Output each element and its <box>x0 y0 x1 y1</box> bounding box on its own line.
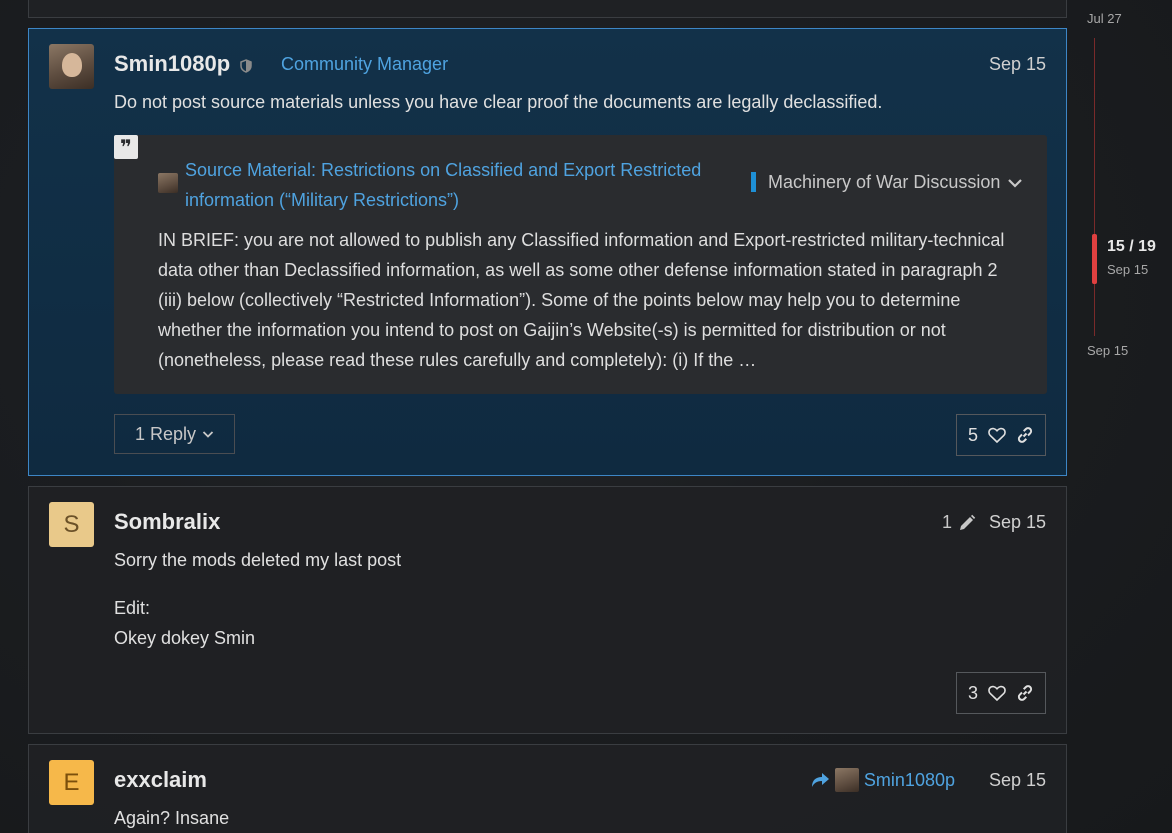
timeline-end-date[interactable]: Sep 15 <box>1087 343 1128 358</box>
chevron-down-icon[interactable] <box>1007 175 1023 191</box>
timeline-scroll-handle[interactable] <box>1092 234 1097 284</box>
post-text: Okey dokey Smin <box>114 628 256 648</box>
timeline-track[interactable] <box>1094 38 1095 336</box>
quote-title-link[interactable]: Source Material: Restrictions on Classif… <box>185 155 725 215</box>
avatar[interactable] <box>49 44 94 89</box>
post-smin1080p: Smin1080p Community Manager Sep 15 Do no… <box>28 28 1067 476</box>
username[interactable]: Sombralix <box>114 509 220 535</box>
replies-button[interactable]: 1 Reply <box>114 414 235 454</box>
pencil-icon <box>960 514 976 530</box>
heart-icon[interactable] <box>988 427 1006 443</box>
post-exxclaim: E exxclaim Smin1080p Sep 15 Again? Insan… <box>28 744 1067 833</box>
post-sombralix: S Sombralix 1 Sep 15 Sorry the mods dele… <box>28 486 1067 734</box>
reply-to-link[interactable]: Smin1080p <box>810 768 955 792</box>
replies-label: 1 Reply <box>134 423 197 444</box>
post-text: Edit: <box>114 598 151 618</box>
avatar[interactable]: E <box>49 760 94 805</box>
post-actions: 3 <box>956 672 1046 714</box>
user-title: Community Manager <box>281 54 449 74</box>
link-icon[interactable] <box>1016 426 1034 444</box>
post-text: Again? Insane <box>114 808 230 828</box>
reply-arrow-icon <box>811 773 829 787</box>
reply-to-username: Smin1080p <box>863 769 955 790</box>
post-text: Do not post source materials unless you … <box>114 92 883 112</box>
quoted-topic: ❞ Source Material: Restrictions on Class… <box>114 135 1047 394</box>
moderator-shield-icon <box>240 59 252 73</box>
post-date[interactable]: Sep 15 <box>989 512 1046 533</box>
timeline-start-date[interactable]: Jul 27 <box>1087 11 1122 26</box>
edit-count: 1 <box>941 512 952 532</box>
previous-post-tail <box>28 0 1067 18</box>
reply-to-avatar <box>834 768 859 792</box>
heart-icon[interactable] <box>988 685 1006 701</box>
quote-icon: ❞ <box>114 135 138 159</box>
chevron-down-icon <box>202 431 214 438</box>
post-text: Sorry the mods deleted my last post <box>114 550 402 570</box>
timeline-position-date: Sep 15 <box>1107 262 1149 277</box>
quote-body: IN BRIEF: you are not allowed to publish… <box>158 230 1005 370</box>
username[interactable]: Smin1080p <box>114 51 230 77</box>
like-count[interactable]: 3 <box>968 683 978 704</box>
like-count[interactable]: 5 <box>968 425 978 446</box>
link-icon[interactable] <box>1016 684 1034 702</box>
post-date[interactable]: Sep 15 <box>989 770 1046 791</box>
post-actions: 5 <box>956 414 1046 456</box>
category-badge[interactable]: Machinery of War Discussion <box>751 172 1000 192</box>
post-date[interactable]: Sep 15 <box>989 54 1046 75</box>
avatar[interactable]: S <box>49 502 94 547</box>
username[interactable]: exxclaim <box>114 767 207 793</box>
quote-author-avatar <box>158 173 178 193</box>
timeline-position: 15 / 19 <box>1107 238 1156 255</box>
edit-history-button[interactable]: 1 <box>942 512 976 533</box>
